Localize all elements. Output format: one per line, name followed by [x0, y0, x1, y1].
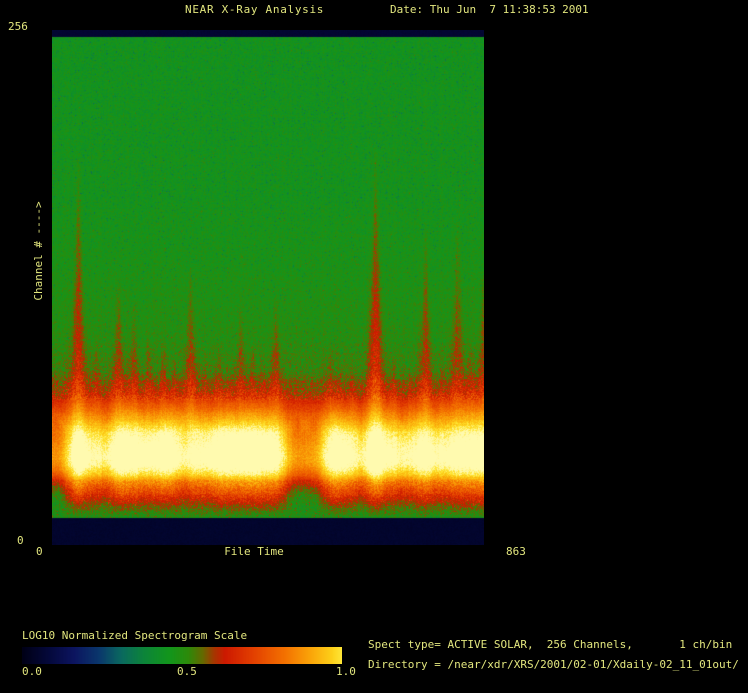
- y-axis-max-label: 256: [8, 20, 28, 33]
- colorbar-title: LOG10 Normalized Spectrogram Scale: [22, 629, 248, 642]
- date-label: Date: Thu Jun 7 11:38:53 2001: [390, 3, 589, 16]
- colorbar-gradient: [22, 647, 342, 664]
- x-axis-title: File Time: [224, 545, 284, 558]
- colorbar-tick-05: 0.5: [177, 665, 197, 678]
- spect-type-line: Spect type= ACTIVE SOLAR, 256 Channels, …: [368, 638, 733, 651]
- x-axis-max-label: 863: [506, 545, 526, 558]
- y-axis-min-label: 0: [17, 534, 24, 547]
- spectrogram-heatmap: [52, 30, 484, 545]
- colorbar-tick-1: 1.0: [336, 665, 356, 678]
- page-title: NEAR X-Ray Analysis: [185, 3, 325, 16]
- colorbar-tick-0: 0.0: [22, 665, 42, 678]
- y-axis-title: Channel # ---->: [32, 201, 45, 301]
- xray-analysis-window: NEAR X-Ray Analysis Date: Thu Jun 7 11:3…: [0, 0, 748, 693]
- directory-line: Directory = /near/xdr/XRS/2001/02-01/Xda…: [368, 658, 739, 671]
